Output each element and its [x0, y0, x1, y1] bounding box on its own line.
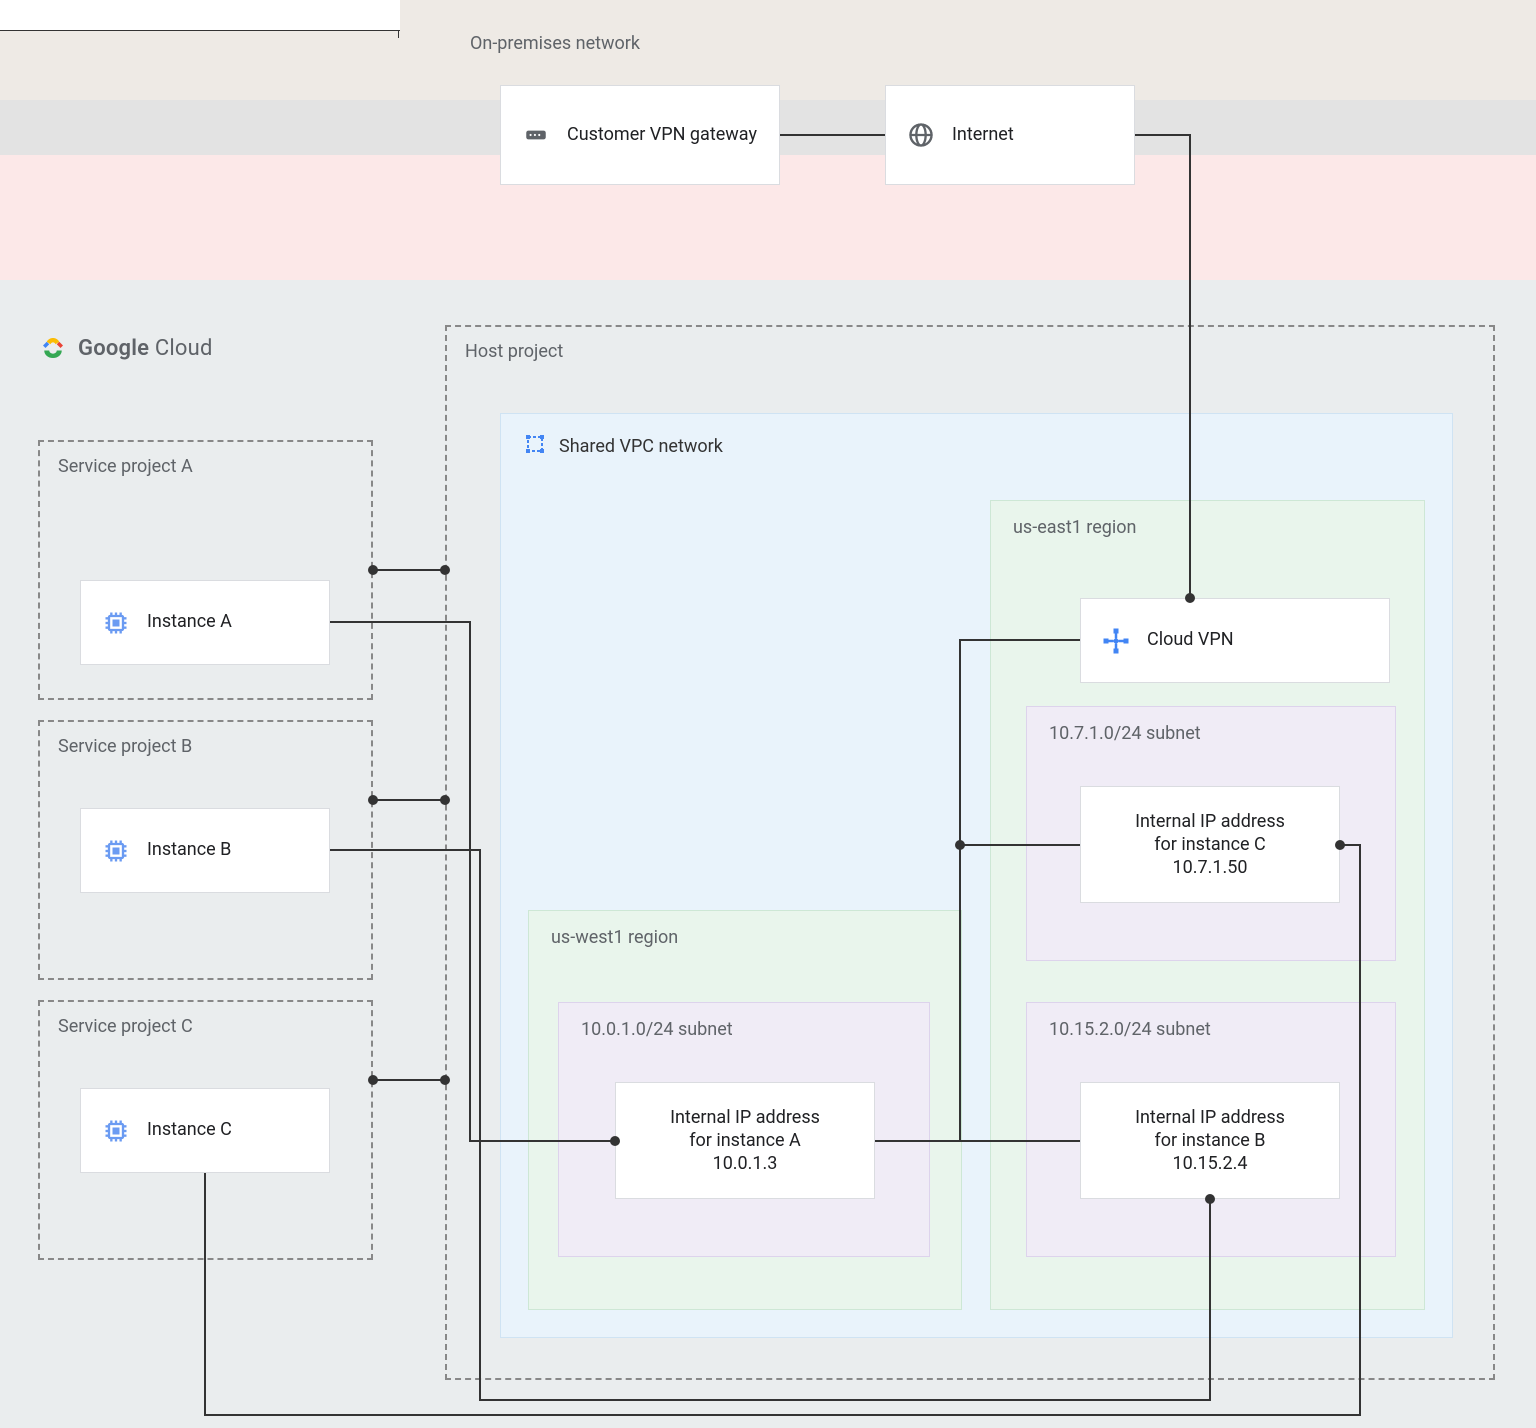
service-project-b-label: Service project B — [58, 736, 192, 757]
globe-icon — [906, 120, 936, 150]
top-white-strip — [0, 0, 400, 31]
instance-c-label: Instance C — [147, 1118, 232, 1142]
cloud-vpn-icon — [1101, 626, 1131, 656]
diagram-canvas: On-premises network Customer VPN gateway… — [0, 0, 1536, 1428]
ip-instance-a-node: Internal IP address for instance A 10.0.… — [615, 1082, 875, 1199]
ip-c-line1: Internal IP address — [1135, 811, 1285, 832]
instance-a-node: Instance A — [80, 580, 330, 665]
ip-b-line2: for instance B — [1155, 1130, 1266, 1151]
ip-a-line2: for instance A — [689, 1130, 801, 1151]
top-tick — [398, 30, 399, 38]
subnet-10-0-1-label: 10.0.1.0/24 subnet — [581, 1019, 733, 1040]
customer-vpn-gateway-node: Customer VPN gateway — [500, 85, 780, 185]
vpn-gateway-icon — [521, 120, 551, 150]
instance-b-label: Instance B — [147, 838, 231, 862]
shared-vpc-header: Shared VPC network — [523, 432, 723, 461]
ip-c-line2: for instance C — [1154, 834, 1265, 855]
service-project-a-label: Service project A — [58, 456, 193, 477]
google-cloud-icon — [38, 333, 68, 363]
subnet-10-15-2-label: 10.15.2.0/24 subnet — [1049, 1019, 1211, 1040]
ip-a-line1: Internal IP address — [670, 1107, 820, 1128]
ip-instance-c-node: Internal IP address for instance C 10.7.… — [1080, 786, 1340, 903]
ip-b-line1: Internal IP address — [1135, 1107, 1285, 1128]
us-east1-label: us-east1 region — [1013, 517, 1136, 538]
instance-a-label: Instance A — [147, 610, 232, 634]
vpc-icon — [523, 432, 547, 461]
google-cloud-logo: Google Cloud — [38, 333, 213, 363]
compute-icon — [101, 836, 131, 866]
service-project-c-label: Service project C — [58, 1016, 193, 1037]
instance-b-node: Instance B — [80, 808, 330, 893]
shared-vpc-label: Shared VPC network — [559, 436, 723, 457]
compute-icon — [101, 608, 131, 638]
google-cloud-wordmark: Google Cloud — [78, 336, 213, 361]
internet-label: Internet — [952, 123, 1014, 147]
instance-c-node: Instance C — [80, 1088, 330, 1173]
ip-b-line3: 10.15.2.4 — [1173, 1153, 1248, 1174]
cloud-vpn-node: Cloud VPN — [1080, 598, 1390, 683]
customer-vpn-gateway-label: Customer VPN gateway — [567, 123, 757, 147]
compute-icon — [101, 1116, 131, 1146]
ip-c-line3: 10.7.1.50 — [1173, 857, 1248, 878]
host-project-label: Host project — [465, 341, 563, 362]
subnet-10-7-1-label: 10.7.1.0/24 subnet — [1049, 723, 1201, 744]
cloud-vpn-label: Cloud VPN — [1147, 628, 1234, 652]
ip-instance-b-node: Internal IP address for instance B 10.15… — [1080, 1082, 1340, 1199]
internet-node: Internet — [885, 85, 1135, 185]
ip-a-line3: 10.0.1.3 — [713, 1153, 778, 1174]
us-west1-label: us-west1 region — [551, 927, 678, 948]
onprem-label: On-premises network — [470, 33, 640, 54]
